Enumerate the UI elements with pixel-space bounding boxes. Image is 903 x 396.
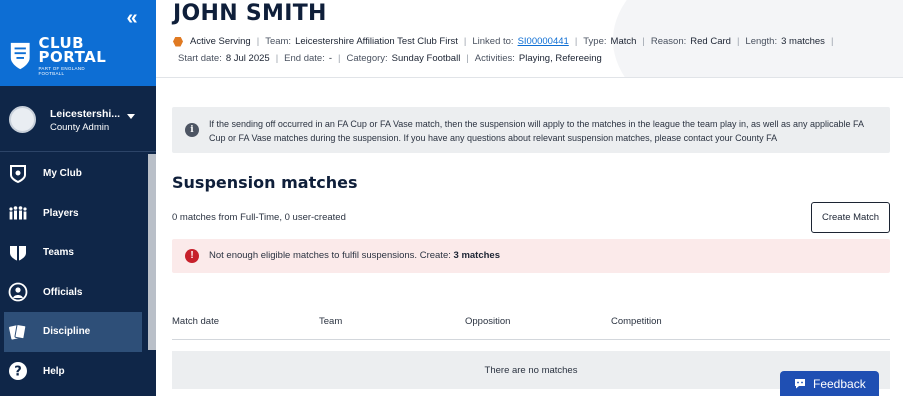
info-notice: i If the sending off occurred in an FA C…: [172, 107, 890, 153]
meta-row-secondary: Start date: 8 Jul 2025 | End date: - | Cat…: [178, 53, 602, 64]
create-match-button[interactable]: Create Match: [811, 202, 890, 233]
linked-suspension-link[interactable]: SI00000441: [518, 36, 569, 47]
info-text: If the sending off occurred in an FA Cup…: [209, 119, 864, 143]
info-icon: i: [185, 123, 199, 137]
account-role: County Admin: [50, 122, 110, 133]
error-alert: ! Not enough eligible matches to fulfil …: [172, 239, 890, 273]
required-matches-count: 3 matches: [453, 250, 500, 261]
error-icon: !: [185, 249, 199, 263]
lion-crest-icon: [10, 42, 30, 70]
status-badge: Active Serving: [190, 36, 251, 47]
meta-end-date: End date: -: [284, 53, 332, 64]
meta-type: Type: Match: [583, 36, 637, 47]
sidebar-item-discipline[interactable]: Discipline: [4, 312, 142, 352]
column-header-team[interactable]: Team: [319, 316, 342, 327]
caret-down-icon: [127, 114, 135, 119]
meta-team: Team: Leicestershire Affiliation Test Clu…: [265, 36, 458, 47]
meta-start-date: Start date: 8 Jul 2025: [178, 53, 270, 64]
club-avatar: [9, 106, 36, 133]
feedback-button[interactable]: Feedback: [780, 371, 879, 396]
sidebar-item-label: Help: [43, 365, 65, 377]
feedback-label: Feedback: [813, 376, 866, 391]
teams-icon: [10, 245, 26, 261]
status-hexagon-icon: [173, 36, 183, 47]
meta-length: Length: 3 matches: [745, 36, 825, 47]
logo-subtitle: PART OF ENGLAND FOOTBALL: [38, 66, 85, 76]
players-icon: [9, 206, 27, 220]
sidebar-scrollbar[interactable]: [148, 154, 156, 350]
club-portal-logo[interactable]: CLUB PORTAL PART OF ENGLAND FOOTBALL: [8, 36, 108, 76]
logo-title-line2: PORTAL: [38, 48, 107, 66]
matches-summary: 0 matches from Full-Time, 0 user-created: [172, 212, 346, 223]
sidebar-item-teams[interactable]: Teams: [0, 233, 148, 273]
meta-reason: Reason: Red Card: [650, 36, 731, 47]
shield-icon: [10, 164, 26, 183]
sidebar-item-officials[interactable]: Officials: [0, 273, 148, 313]
sidebar-item-label: Teams: [43, 247, 74, 259]
feedback-chat-icon: [795, 379, 805, 389]
section-title: Suspension matches: [172, 173, 358, 192]
meta-activities: Activities: Playing, Refereeing: [474, 53, 602, 64]
help-icon: ?: [9, 362, 27, 381]
error-text: Not enough eligible matches to fulfil su…: [209, 250, 500, 261]
meta-row-primary: Active Serving | Team: Leicestershire Aff…: [173, 36, 839, 47]
sidebar-item-my-club[interactable]: My Club: [0, 154, 148, 194]
suspension-header: JOHN SMITH Active Serving | Team: Leicest…: [156, 0, 903, 78]
logo-wordmark: CLUB PORTAL PART OF ENGLAND FOOTBALL: [38, 36, 108, 77]
sidebar-brand-area: « CLUB PORTAL PART OF ENGLAND FOOTBALL: [0, 0, 156, 86]
sidebar-nav: My Club Players Teams Officials Discipli…: [0, 154, 148, 391]
sidebar: « CLUB PORTAL PART OF ENGLAND FOOTBALL L…: [0, 0, 156, 396]
meta-linked: Linked to: SI00000441: [472, 36, 569, 47]
account-switcher[interactable]: Leicestershi... County Admin: [0, 86, 156, 152]
page-title: JOHN SMITH: [173, 1, 327, 26]
matches-table-header: Match date Team Opposition Competition: [172, 310, 890, 340]
cards-icon: [9, 323, 27, 340]
sidebar-item-label: Players: [43, 207, 79, 219]
column-header-match-date[interactable]: Match date: [172, 316, 219, 327]
meta-category: Category: Sunday Football: [346, 53, 461, 64]
sidebar-item-label: Discipline: [43, 326, 91, 338]
column-header-competition[interactable]: Competition: [611, 316, 662, 327]
sidebar-item-label: Officials: [43, 286, 83, 298]
collapse-sidebar-button[interactable]: «: [122, 8, 142, 28]
account-name: Leicestershi...: [50, 108, 121, 120]
column-header-opposition[interactable]: Opposition: [465, 316, 510, 327]
sidebar-item-label: My Club: [43, 168, 82, 180]
whistle-icon: [8, 282, 28, 302]
sidebar-item-players[interactable]: Players: [0, 194, 148, 234]
svg-text:?: ?: [14, 365, 22, 380]
sidebar-item-help[interactable]: ? Help: [0, 352, 148, 392]
